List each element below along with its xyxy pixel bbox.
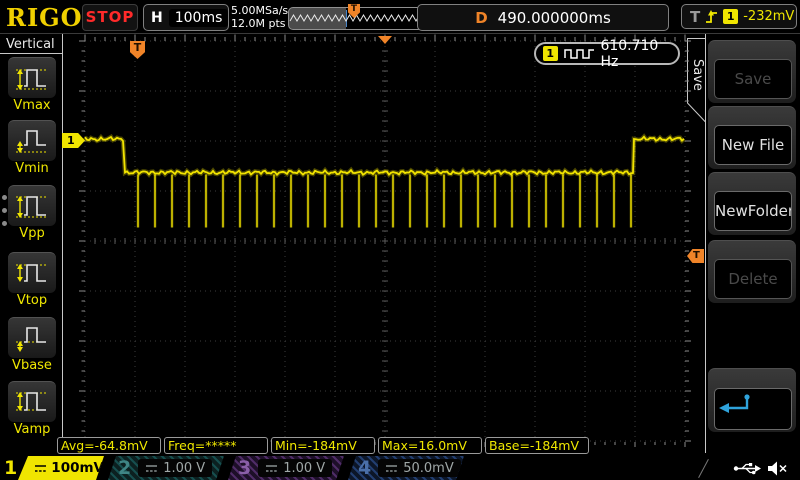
measure-button-vmin[interactable] <box>8 120 56 161</box>
measurement-max: Max=16.0mV <box>378 437 482 454</box>
top-status-bar: RIGOL STOP H 100ms 5.00MSa/s 12.0M pts D… <box>0 0 800 34</box>
trigger-source-badge: 1 <box>723 9 738 24</box>
measurement-avg: Avg=-64.8mV <box>57 437 161 454</box>
graticule-and-waveform <box>0 0 800 480</box>
square-wave-icon <box>564 47 595 60</box>
ch4-number: 4 <box>358 457 371 480</box>
trigger-slope-icon <box>705 9 718 24</box>
vmin-icon <box>12 126 52 156</box>
ch2-scale-box: 1.00 V <box>138 459 212 477</box>
measure-label-vmin: Vmin <box>0 161 64 176</box>
ch1-waveform <box>85 137 684 228</box>
left-menu-title: Vertical <box>6 37 55 52</box>
timebase-value: 100ms <box>169 9 229 27</box>
ch3-tab[interactable]: 3 1.00 V <box>228 456 344 480</box>
trigger-label: T <box>690 8 700 26</box>
coupling-icon <box>34 464 46 473</box>
ch2-scale: 1.00 V <box>163 461 205 476</box>
ch1-tab[interactable]: 100mV <box>18 456 104 480</box>
ch3-scale-box: 1.00 V <box>258 459 332 477</box>
new-folder-button[interactable]: NewFolder <box>714 191 792 231</box>
frequency-counter: 1 610.710 Hz <box>534 42 680 65</box>
measure-label-vpp: Vpp <box>0 226 64 241</box>
counter-source-badge: 1 <box>543 46 558 61</box>
ch2-tab[interactable]: 2 1.00 V <box>108 456 224 480</box>
ch4-scale: 50.0mV <box>403 461 454 476</box>
measure-label-vmax: Vmax <box>0 98 64 113</box>
delay-box: D 490.000000ms <box>417 4 669 31</box>
vpp-icon <box>12 191 52 221</box>
trigger-level-marker: T <box>687 249 704 263</box>
menu-page-dot <box>2 208 7 213</box>
acquisition-info: 5.00MSa/s 12.0M pts <box>231 4 288 30</box>
measurement-min: Min=-184mV <box>271 437 375 454</box>
sample-rate: 5.00MSa/s <box>231 4 288 17</box>
ch1-scale: 100mV <box>51 460 104 476</box>
vtop-icon <box>12 258 52 288</box>
measure-label-vamp: Vamp <box>0 422 64 437</box>
measure-button-vamp[interactable] <box>8 381 56 422</box>
coupling-icon <box>265 464 278 473</box>
menu-page-dot <box>2 221 7 226</box>
coupling-icon <box>145 464 158 473</box>
new-file-button[interactable]: New File <box>714 125 792 165</box>
measure-button-vtop[interactable] <box>8 252 56 293</box>
display-center-marker <box>378 36 392 44</box>
vamp-icon <box>12 387 52 417</box>
measure-button-vpp[interactable] <box>8 185 56 226</box>
run-state-indicator: STOP <box>82 4 138 31</box>
delete-button[interactable]: Delete <box>714 259 792 299</box>
horizontal-timebase-box: H 100ms <box>143 4 229 31</box>
trigger-position-flag: T <box>130 41 145 59</box>
status-divider <box>698 459 709 478</box>
vmax-icon <box>12 63 52 93</box>
ch1-number[interactable]: 1 <box>4 457 17 480</box>
right-menu-tab-title: Save <box>688 45 705 105</box>
grid-layer <box>79 35 691 448</box>
ch2-number: 2 <box>118 457 131 480</box>
save-button[interactable]: Save <box>714 59 792 99</box>
delay-value: 490.000000ms <box>498 9 611 27</box>
horizontal-label: H <box>151 10 163 26</box>
ch4-tab[interactable]: 4 50.0mV <box>348 456 464 480</box>
measure-button-vmax[interactable] <box>8 57 56 98</box>
memory-depth: 12.0M pts <box>231 17 288 30</box>
trigger-info-box: T 1 -232mV <box>681 4 797 29</box>
measure-button-vbase[interactable] <box>8 317 56 358</box>
speaker-muted-icon <box>766 460 788 477</box>
usb-icon <box>733 461 761 476</box>
coupling-icon <box>385 464 398 473</box>
back-button[interactable] <box>714 388 792 430</box>
trigger-level-value: -232mV <box>743 9 794 24</box>
ch1-level-marker: 1 <box>62 133 85 148</box>
vbase-icon <box>12 323 52 353</box>
return-arrow-icon <box>715 391 759 417</box>
measurement-freq: Freq=***** <box>164 437 268 454</box>
counter-frequency-value: 610.710 Hz <box>600 38 678 70</box>
measure-label-vbase: Vbase <box>0 358 64 373</box>
ch4-scale-box: 50.0mV <box>378 459 461 477</box>
oscilloscope-screen: RIGOL STOP H 100ms 5.00MSa/s 12.0M pts D… <box>0 0 800 480</box>
ch3-scale: 1.00 V <box>283 461 325 476</box>
measurement-base: Base=-184mV <box>485 437 589 454</box>
menu-page-dot <box>2 195 7 200</box>
delay-label: D <box>475 9 487 27</box>
measure-label-vtop: Vtop <box>0 293 64 308</box>
ch3-number: 3 <box>238 457 251 480</box>
